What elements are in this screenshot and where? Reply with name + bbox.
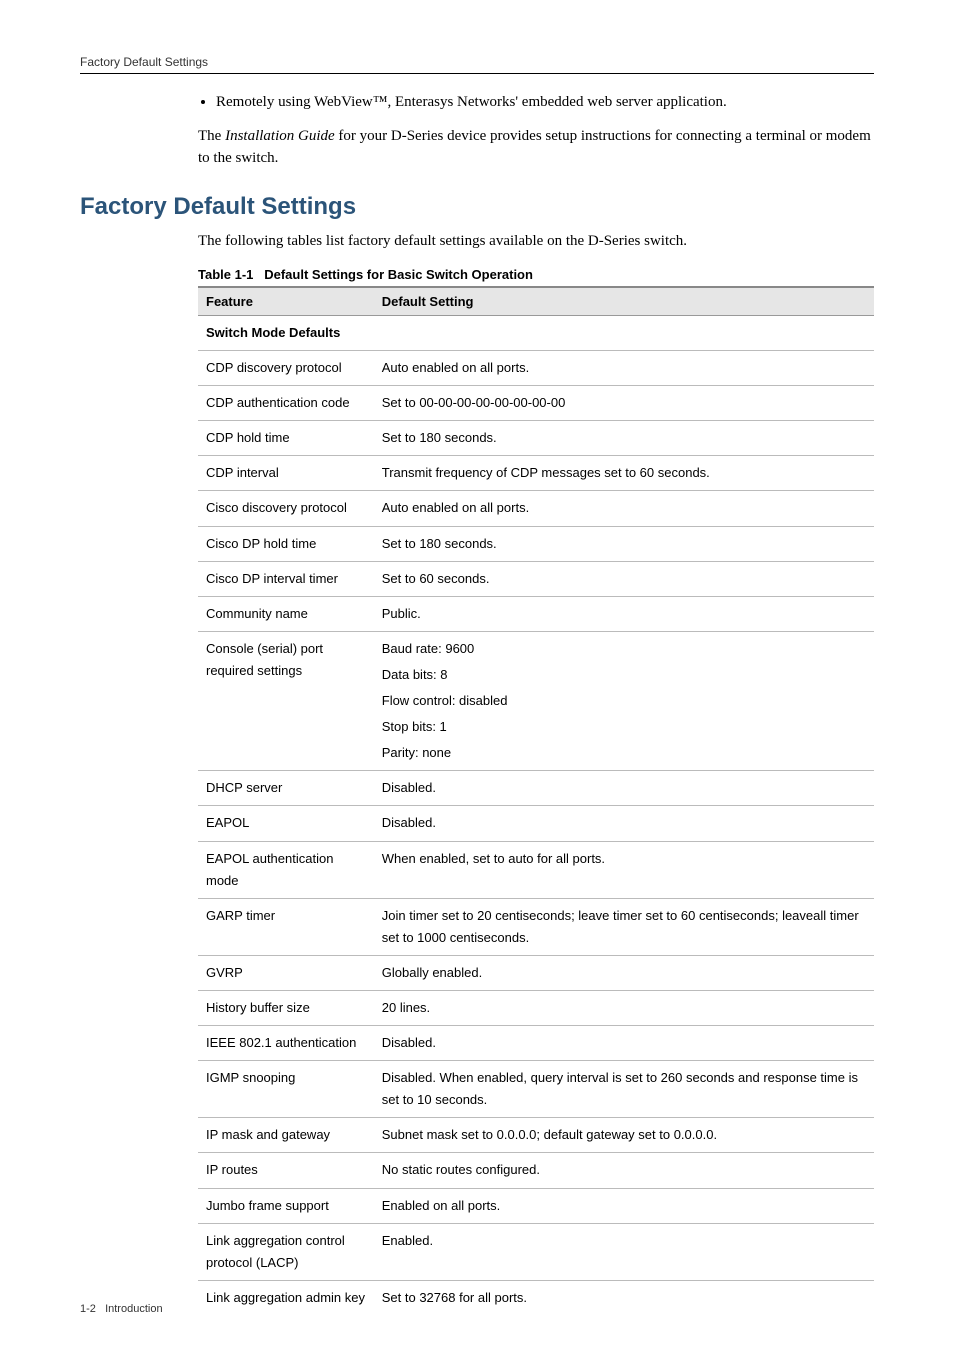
- table-cell-feature: IP mask and gateway: [198, 1118, 374, 1153]
- table-row: DHCP serverDisabled.: [198, 771, 874, 806]
- table-cell-feature: IEEE 802.1 authentication: [198, 1026, 374, 1061]
- running-header: Factory Default Settings: [80, 55, 874, 69]
- table-cell-value: Disabled.: [374, 1026, 874, 1061]
- table-subhead-row: Switch Mode Defaults: [198, 316, 874, 351]
- table-cell-value: Auto enabled on all ports.: [374, 491, 874, 526]
- trademark-symbol: ™: [373, 94, 388, 110]
- bullet-text-suffix: , Enterasys Networks' embedded web serve…: [387, 94, 726, 110]
- table-row: IEEE 802.1 authenticationDisabled.: [198, 1026, 874, 1061]
- bullet-item: Remotely using WebView™, Enterasys Netwo…: [216, 92, 874, 114]
- table-cell-value: Set to 60 seconds.: [374, 561, 874, 596]
- table-row: IP routesNo static routes configured.: [198, 1153, 874, 1188]
- table-cell-feature: IP routes: [198, 1153, 374, 1188]
- table-cell-value: Disabled. When enabled, query interval i…: [374, 1061, 874, 1118]
- table-caption-number: Table 1-1: [198, 267, 253, 282]
- table-subhead-label: Switch Mode Defaults: [198, 316, 874, 351]
- table-cell-feature: CDP interval: [198, 456, 374, 491]
- table-cell-value-line: Flow control: disabled: [382, 690, 866, 712]
- table-cell-value-line: Stop bits: 1: [382, 716, 866, 738]
- table-row: Link aggregation admin keySet to 32768 f…: [198, 1280, 874, 1315]
- table-row: IP mask and gatewaySubnet mask set to 0.…: [198, 1118, 874, 1153]
- para-prefix: The: [198, 128, 225, 144]
- table-cell-feature: History buffer size: [198, 990, 374, 1025]
- table-caption: Table 1-1 Default Settings for Basic Swi…: [198, 267, 874, 282]
- table-cell-value: Join timer set to 20 centiseconds; leave…: [374, 898, 874, 955]
- table-cell-feature: Community name: [198, 596, 374, 631]
- table-cell-feature: Jumbo frame support: [198, 1188, 374, 1223]
- table-cell-feature: CDP hold time: [198, 421, 374, 456]
- table-cell-feature: DHCP server: [198, 771, 374, 806]
- table-cell-value: Enabled on all ports.: [374, 1188, 874, 1223]
- table-cell-value-line: Parity: none: [382, 742, 866, 764]
- table-cell-value: Globally enabled.: [374, 955, 874, 990]
- page-footer: 1-2 Introduction: [80, 1303, 163, 1315]
- table-cell-feature: GVRP: [198, 955, 374, 990]
- table-cell-value-line: Data bits: 8: [382, 664, 866, 686]
- table-header-default: Default Setting: [374, 287, 874, 316]
- table-cell-value: 20 lines.: [374, 990, 874, 1025]
- table-row: CDP intervalTransmit frequency of CDP me…: [198, 456, 874, 491]
- table-cell-value-line: Baud rate: 9600: [382, 638, 866, 660]
- table-cell-value: Public.: [374, 596, 874, 631]
- table-cell-feature: CDP discovery protocol: [198, 351, 374, 386]
- table-cell-feature: Link aggregation control protocol (LACP): [198, 1223, 374, 1280]
- section-heading: Factory Default Settings: [80, 193, 874, 221]
- table-row: Cisco DP hold timeSet to 180 seconds.: [198, 526, 874, 561]
- table-cell-value: Disabled.: [374, 771, 874, 806]
- bullet-text-prefix: Remotely using WebView: [216, 94, 373, 110]
- table-row: IGMP snoopingDisabled. When enabled, que…: [198, 1061, 874, 1118]
- settings-table: Feature Default Setting Switch Mode Defa…: [198, 286, 874, 1315]
- table-row: Community namePublic.: [198, 596, 874, 631]
- table-cell-feature: Cisco DP interval timer: [198, 561, 374, 596]
- table-header-row: Feature Default Setting: [198, 287, 874, 316]
- table-cell-value: Transmit frequency of CDP messages set t…: [374, 456, 874, 491]
- intro-paragraph: The Installation Guide for your D-Series…: [198, 126, 874, 170]
- table-row: CDP authentication codeSet to 00-00-00-0…: [198, 386, 874, 421]
- table-caption-title: Default Settings for Basic Switch Operat…: [264, 267, 533, 282]
- para-italic: Installation Guide: [225, 128, 335, 144]
- table-cell-feature: Cisco discovery protocol: [198, 491, 374, 526]
- table-row: CDP hold timeSet to 180 seconds.: [198, 421, 874, 456]
- table-header-feature: Feature: [198, 287, 374, 316]
- bullet-list: Remotely using WebView™, Enterasys Netwo…: [198, 92, 874, 114]
- table-cell-value: Set to 32768 for all ports.: [374, 1280, 874, 1315]
- table-row: GVRPGlobally enabled.: [198, 955, 874, 990]
- table-row: Console (serial) port required settingsB…: [198, 631, 874, 770]
- table-cell-value: Disabled.: [374, 806, 874, 841]
- table-cell-feature: Console (serial) port required settings: [198, 631, 374, 770]
- table-cell-value: Subnet mask set to 0.0.0.0; default gate…: [374, 1118, 874, 1153]
- table-cell-feature: GARP timer: [198, 898, 374, 955]
- table-row: GARP timerJoin timer set to 20 centiseco…: [198, 898, 874, 955]
- table-cell-value: Set to 180 seconds.: [374, 526, 874, 561]
- section-lead: The following tables list factory defaul…: [198, 231, 874, 253]
- table-cell-value: Enabled.: [374, 1223, 874, 1280]
- table-row: History buffer size20 lines.: [198, 990, 874, 1025]
- header-rule: [80, 73, 874, 74]
- table-cell-value: Set to 00-00-00-00-00-00-00-00: [374, 386, 874, 421]
- table-row: Cisco discovery protocolAuto enabled on …: [198, 491, 874, 526]
- footer-page-number: 1-2: [80, 1303, 96, 1315]
- table-cell-feature: CDP authentication code: [198, 386, 374, 421]
- table-cell-feature: EAPOL: [198, 806, 374, 841]
- table-cell-value: No static routes configured.: [374, 1153, 874, 1188]
- table-row: Jumbo frame supportEnabled on all ports.: [198, 1188, 874, 1223]
- table-row: CDP discovery protocolAuto enabled on al…: [198, 351, 874, 386]
- table-cell-feature: IGMP snooping: [198, 1061, 374, 1118]
- table-row: Link aggregation control protocol (LACP)…: [198, 1223, 874, 1280]
- table-cell-feature: Cisco DP hold time: [198, 526, 374, 561]
- table-row: EAPOLDisabled.: [198, 806, 874, 841]
- table-cell-value: Set to 180 seconds.: [374, 421, 874, 456]
- table-cell-value: When enabled, set to auto for all ports.: [374, 841, 874, 898]
- table-cell-feature: EAPOL authentication mode: [198, 841, 374, 898]
- table-row: Cisco DP interval timerSet to 60 seconds…: [198, 561, 874, 596]
- footer-section-label: Introduction: [105, 1303, 162, 1315]
- table-cell-value: Auto enabled on all ports.: [374, 351, 874, 386]
- table-cell-feature: Link aggregation admin key: [198, 1280, 374, 1315]
- table-cell-value: Baud rate: 9600 Data bits: 8 Flow control:…: [374, 631, 874, 770]
- table-row: EAPOL authentication modeWhen enabled, s…: [198, 841, 874, 898]
